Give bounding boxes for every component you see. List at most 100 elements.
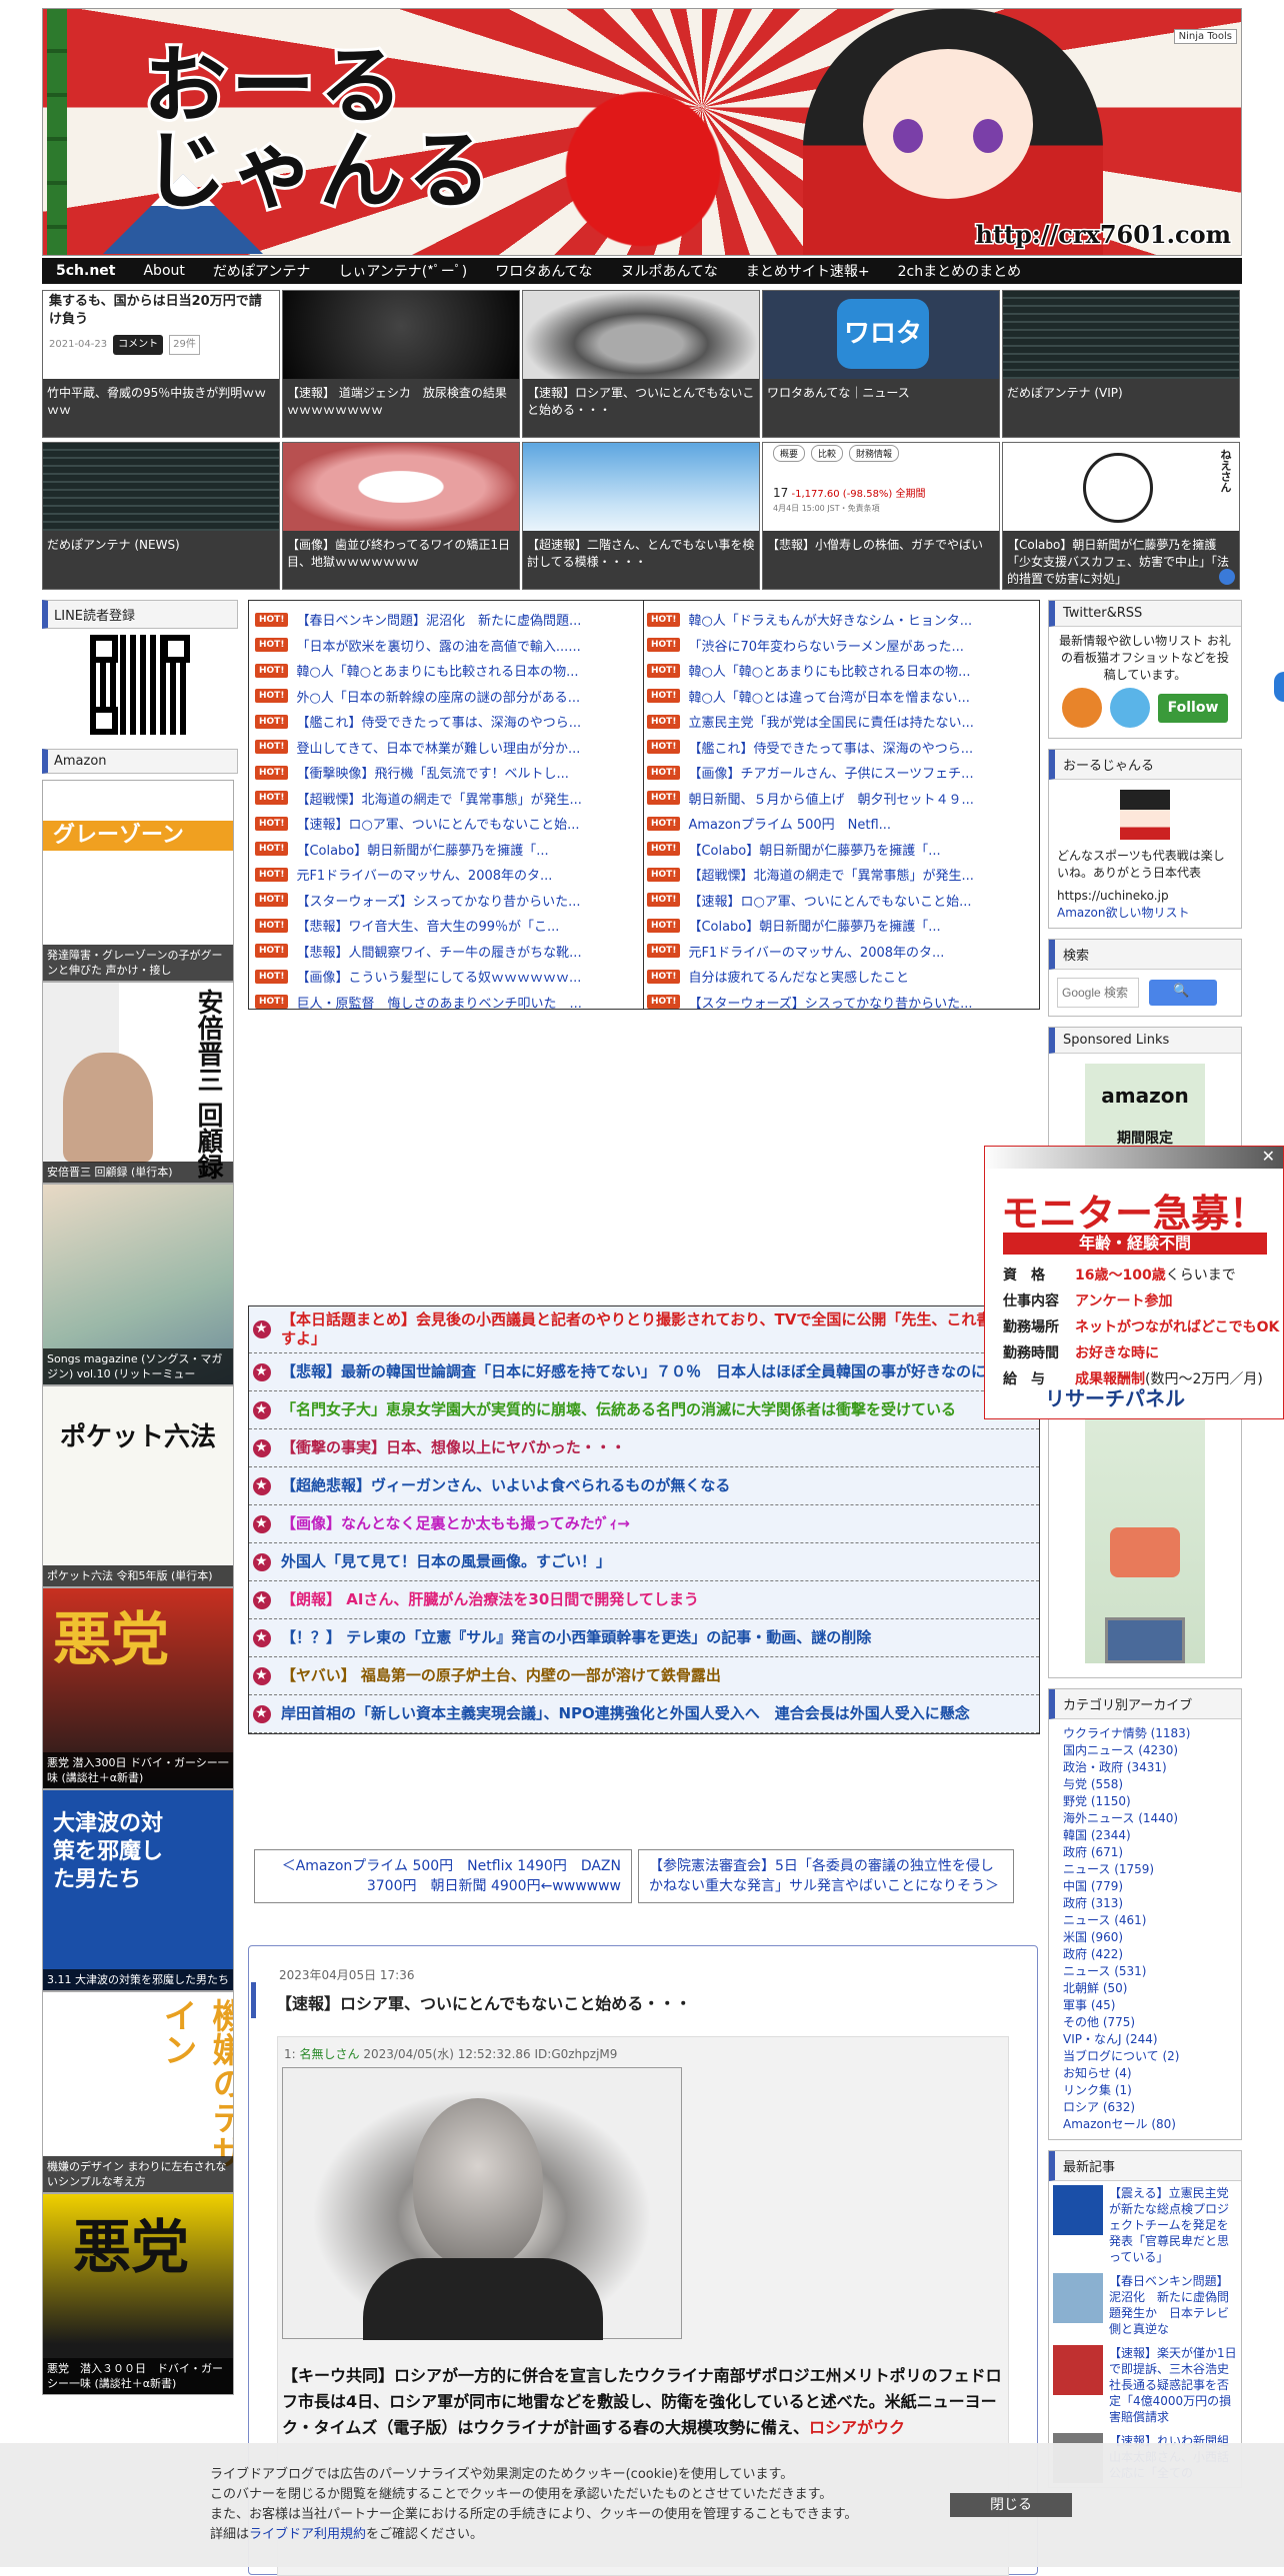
hot-list-item[interactable]: HOT! 「渋谷に70年変わらないラーメン屋があった... (647, 633, 1031, 659)
hot-list-link[interactable]: 【画像】こういう髪型にしてる奴ｗｗｗｗｗｗ... (296, 967, 581, 986)
hot-list-link[interactable]: 【艦これ】侍受できたって事は、深海のやつら... (688, 738, 973, 757)
hot-list-link[interactable]: 【スターウォーズ】シスってかなり昔からいた... (296, 891, 580, 910)
headline-item[interactable]: 【超絶悲報】ヴィーガンさん、いよいよ食べられるものが無くなる (249, 1467, 1039, 1505)
hot-list-item[interactable]: HOT! 【画像】こういう髪型にしてる奴ｗｗｗｗｗｗ... (255, 964, 639, 990)
thumb-caption[interactable]: 【画像】歯並び終わってるワイの矯正1日目、地獄ｗｗｗｗｗｗｗ (283, 531, 519, 589)
thumb-card[interactable]: ねえさん 【Colabo】朝日新聞が仁藤夢乃を擁護「少女支援バスカフェ、妨害で中… (1002, 442, 1240, 590)
thumb-caption[interactable]: だめぽアンテナ (VIP) (1003, 379, 1239, 437)
hot-list-link[interactable]: 自分は疲れてるんだなと実感したこと (688, 967, 909, 986)
book-title[interactable]: 3.11 大津波の対策を邪魔した男たち (43, 1969, 233, 1990)
hot-list-item[interactable]: HOT! 韓○人「ドラえもんが大好きなシム・ヒョンタ... (647, 607, 1031, 633)
hot-list-link[interactable]: 元F1ドライバーのマッサん、2008年のタ... (688, 942, 944, 961)
hot-list-item[interactable]: HOT! 【スターウォーズ】シスってかなり昔からいた... (647, 990, 1031, 1016)
category-link[interactable]: ロシア (632) (1063, 2099, 1241, 2116)
thumb-caption[interactable]: 【速報】ロシア軍、ついにとんでもないこと始める・・・ (523, 379, 759, 437)
book-title[interactable]: Songs magazine (ソングス・マガジン) vol.10 (リットーミ… (43, 1348, 233, 1384)
book-title[interactable]: 安倍晋三 回顧録 (単行本) (43, 1162, 233, 1183)
category-link[interactable]: ウクライナ情勢 (1183) (1063, 1725, 1241, 1742)
headline-item[interactable]: 【朗報】 AIさん、肝臓がん治療法を30日間で開発してしまう (249, 1581, 1039, 1619)
amazon-book-item[interactable]: 悪党 悪党 潜入３００日 ドバイ・ガーシー一味 (講談社＋α新書) (42, 2193, 234, 2395)
hot-list-item[interactable]: HOT! 【画像】チアガールさん、子供にスーツフェチ... (647, 760, 1031, 786)
category-link[interactable]: 中国 (779) (1063, 1878, 1241, 1895)
headline-item[interactable]: 【！？】 テレ東の「立憲『サル』発言の小西筆頭幹事を更迭」の記事・動画、謎の削除 (249, 1619, 1039, 1657)
headline-item[interactable]: 【悲報】最新の韓国世論調査「日本に好感を持てない」７０％ 日本人はほぼ全員韓国の… (249, 1353, 1039, 1391)
hot-list-link[interactable]: 登山してきて、日本で林業が難しい理由が分か... (296, 738, 580, 757)
search-button[interactable] (1149, 980, 1217, 1006)
rss-icon[interactable] (1061, 688, 1102, 728)
site-header-banner[interactable]: おーる じゃんる Ninja Tools http://crx7601.com (42, 8, 1242, 256)
hot-list-link[interactable]: 韓○人「韓○とあまりにも比較される日本の物... (296, 661, 578, 680)
category-link[interactable]: その他 (775) (1063, 2014, 1241, 2031)
nav-2ch-matome[interactable]: 2chまとめのまとめ (884, 261, 1035, 281)
category-link[interactable]: ニュース (461) (1063, 1912, 1241, 1929)
wishlist-link[interactable]: Amazon欲しい物リスト (1057, 906, 1190, 920)
book-title[interactable]: 機嫌のデザイン まわりに左右されないシンプルな考え方 (43, 2156, 233, 2192)
hot-list-item[interactable]: HOT! 【悲報】人間観察ワイ、チー牛の履きがちな靴... (255, 939, 639, 965)
nav-warota-antenna[interactable]: ワロタあんてな (481, 261, 606, 281)
headline-link[interactable]: 【悲報】最新の韓国世論調査「日本に好感を持てない」７０％ 日本人はほぼ全員韓国の… (281, 1362, 1033, 1381)
category-link[interactable]: 政府 (313) (1063, 1895, 1241, 1912)
category-link[interactable]: 海外ニュース (1440) (1063, 1810, 1241, 1827)
hot-list-link[interactable]: 朝日新聞、５月から値上げ 朝夕刊セット４９... (688, 789, 973, 808)
thumb-card[interactable]: 集するも、国からは日当20万円で請け負う 2021-04-23 コメント 29件… (42, 290, 280, 438)
hot-list-item[interactable]: HOT! 朝日新聞、５月から値上げ 朝夕刊セット４９... (647, 786, 1031, 812)
line-qr-code[interactable] (90, 635, 190, 735)
category-link[interactable]: 政府 (422) (1063, 1946, 1241, 1963)
category-link[interactable]: 野党 (1150) (1063, 1793, 1241, 1810)
headline-link[interactable]: 【画像】なんとなく足裏とか太もも撮ってみたｳﾞｨ→ (281, 1514, 1033, 1533)
hot-list-item[interactable]: HOT! 【超戦慄】北海道の網走で「異常事態」が発生... (647, 862, 1031, 888)
floating-ad-monitor-recruit[interactable]: ✕ モニター急募！ 年齢・経験不問 資 格 16歳～100歳くらいまで 仕事内容 アン… (983, 1146, 1284, 1419)
headline-item[interactable]: 【本日話題まとめ】会見後の小西議員と記者のやりとり撮影されており、TVで全国に公… (249, 1306, 1039, 1353)
category-link[interactable]: 軍事 (45) (1063, 1997, 1241, 2014)
hot-list-link[interactable]: 【速報】ロ○ア軍、ついにとんでもないこと始... (688, 891, 971, 910)
stock-tab[interactable]: 概要 (773, 445, 806, 462)
hot-list-item[interactable]: HOT! 【速報】ロ○ア軍、ついにとんでもないこと始... (255, 811, 639, 837)
headline-link[interactable]: 【本日話題まとめ】会見後の小西議員と記者のやりとり撮影されており、TVで全国に公… (281, 1310, 1033, 1348)
terms-link[interactable]: ライブドア利用規約 (249, 2527, 366, 2542)
hot-list-link[interactable]: 外○人「日本の新幹線の座席の謎の部分がある... (296, 687, 580, 706)
amazon-book-item[interactable]: グレーゾーン 発達障害・グレーゾーンの子がグーンと伸びた 声かけ・接し (42, 780, 234, 982)
hot-list-link[interactable]: 【悲報】人間観察ワイ、チー牛の履きがちな靴... (296, 942, 581, 961)
hot-list-link[interactable]: 【悲報】ワイ音大生、音大生の99％が「こ... (296, 916, 559, 935)
comment-badge[interactable]: コメント (113, 335, 164, 355)
hot-list-link[interactable]: 【衝撃映像】飛行機「乱気流です！ベルトし... (296, 763, 568, 782)
stock-tab[interactable]: 比較 (811, 445, 844, 462)
thumb-card[interactable]: だめぽアンテナ (VIP) (1002, 290, 1240, 438)
category-link[interactable]: お知らせ (4) (1063, 2065, 1241, 2082)
hot-list-link[interactable]: 韓○人「ドラえもんが大好きなシム・ヒョンタ... (688, 610, 972, 629)
thumb-card[interactable]: 【速報】ロシア軍、ついにとんでもないこと始める・・・ (522, 290, 760, 438)
amazon-book-item[interactable]: 機嫌のデザイン 機嫌のデザイン まわりに左右されないシンプルな考え方 (42, 1991, 234, 2193)
headline-link[interactable]: 「名門女子大」恵泉女学園大が実質的に崩壊、伝統ある名門の消滅に大学関係者は衝撃を… (281, 1400, 1033, 1419)
search-input[interactable] (1057, 978, 1139, 1008)
hot-list-item[interactable]: HOT! 【衝撃映像】飛行機「乱気流です！ベルトし... (255, 760, 639, 786)
hot-list-item[interactable]: HOT! 韓○人「韓○とあまりにも比較される日本の物... (255, 658, 639, 684)
hot-list-item[interactable]: HOT! 韓○人「韓○とは違って台湾が日本を憎まない... (647, 684, 1031, 710)
hot-list-item[interactable]: HOT! 元F1ドライバーのマッサん、2008年のタ... (647, 939, 1031, 965)
category-link[interactable]: 与党 (558) (1063, 1776, 1241, 1793)
book-title[interactable]: 悪党 潜入３００日 ドバイ・ガーシー一味 (講談社＋α新書) (43, 2358, 233, 2394)
thumb-card[interactable]: 【速報】 道端ジェシカ 放尿検査の結果ｗｗｗｗｗｗｗｗ (282, 290, 520, 438)
hot-list-item[interactable]: HOT! 元F1ドライバーのマッサん、2008年のタ... (255, 862, 639, 888)
hot-list-item[interactable]: HOT! 【速報】ロ○ア軍、ついにとんでもないこと始... (647, 888, 1031, 914)
article-title[interactable]: 【速報】ロシア軍、ついにとんでもないこと始める・・・ (251, 1982, 1035, 2018)
headline-item[interactable]: 【画像】なんとなく足裏とか太もも撮ってみたｳﾞｨ→ (249, 1505, 1039, 1543)
nav-nurupo-antenna[interactable]: ヌルポあんてな (607, 261, 732, 281)
recent-post-item[interactable]: 【震える】立憲民主党が新たな総点検プロジェクトチームを発足を発表「官尊民卑だと思… (1049, 2181, 1241, 2269)
thumb-caption[interactable]: 【速報】 道端ジェシカ 放尿検査の結果ｗｗｗｗｗｗｗｗ (283, 379, 519, 437)
hot-list-link[interactable]: Amazonプライム 500円 Netfl... (688, 814, 891, 833)
amazon-book-item[interactable]: 安倍晋三 回顧録 安倍晋三 回顧録 (単行本) (42, 982, 234, 1184)
thumb-caption[interactable]: 【Colabo】朝日新聞が仁藤夢乃を擁護「少女支援バスカフェ、妨害で中止」「法的… (1003, 531, 1239, 589)
category-link[interactable]: 国内ニュース (4230) (1063, 1742, 1241, 1759)
headline-link[interactable]: 【朗報】 AIさん、肝臓がん治療法を30日間で開発してしまう (281, 1590, 1033, 1609)
profile-url[interactable]: https://uchineko.jp (1057, 888, 1233, 905)
hot-list-item[interactable]: HOT! 「日本が欧米を裏切り、露の油を高値で輸入...... (255, 633, 639, 659)
hot-list-link[interactable]: 【速報】ロ○ア軍、ついにとんでもないこと始... (296, 814, 579, 833)
headline-item[interactable]: 【ヤバい】 福島第一の原子炉土台、内壁の一部が溶けて鉄骨露出 (249, 1657, 1039, 1695)
avatar[interactable] (1120, 790, 1170, 840)
prev-article-link[interactable]: ＜Amazonプライム 500円 Netflix 1490円 DAZN 3700… (254, 1849, 632, 1903)
headline-link[interactable]: 【！？】 テレ東の「立憲『サル』発言の小西筆頭幹事を更迭」の記事・動画、謎の削除 (281, 1628, 1033, 1647)
category-link[interactable]: 北朝鮮 (50) (1063, 1980, 1241, 1997)
hot-list-item[interactable]: HOT! 巨人・原監督 悔しさのあまりベンチ叩いた ... (255, 990, 639, 1016)
hot-list-item[interactable]: HOT! 【Colabo】朝日新聞が仁藤夢乃を擁護「... (647, 837, 1031, 863)
recent-post-title[interactable]: 【速報】楽天が僅か1日で即提訴、三木谷浩史社長通る疑惑記事を否定「4億4000万… (1109, 2345, 1237, 2425)
